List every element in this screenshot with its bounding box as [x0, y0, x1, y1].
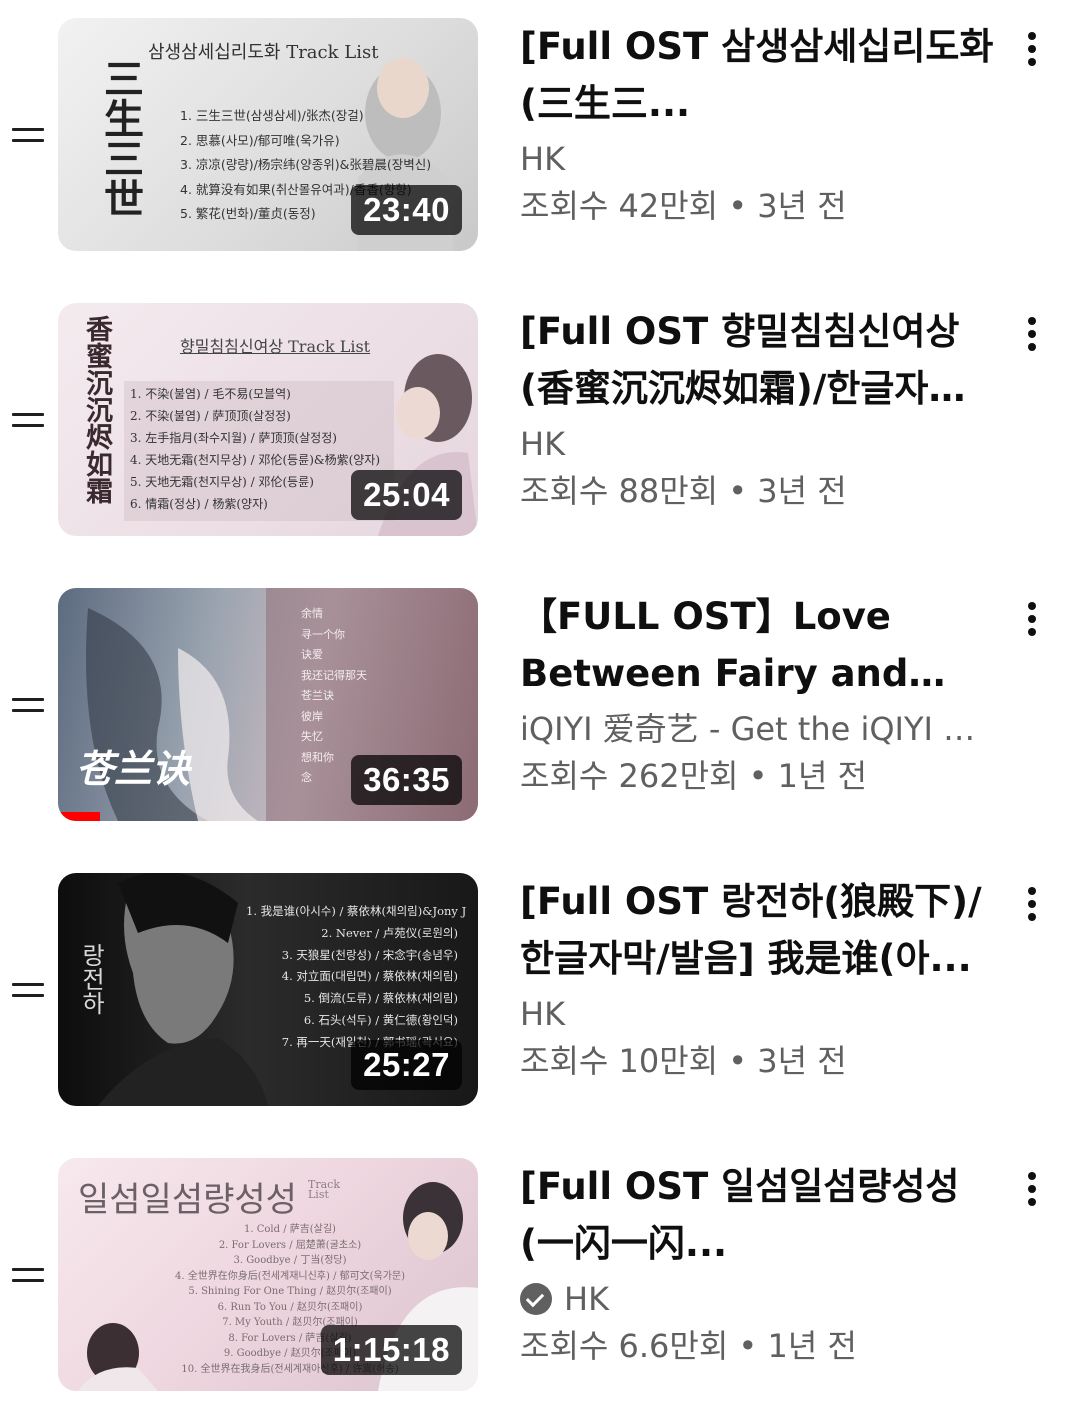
video-meta: [Full OST 랑전하(狼殿下)/한글자막/발음] 我是谁(아... HK … — [520, 873, 1000, 1086]
video-stats: 조회수 6.6만회 • 1년 전 — [520, 1327, 857, 1365]
channel-name[interactable]: iQIYI 爱奇艺 - Get the iQIYI A... — [520, 707, 990, 751]
thumbnail-side-title: 三生三世 — [97, 58, 144, 218]
thumbnail-track: 失忆 — [301, 730, 323, 743]
playlist-item[interactable]: 랑전하 1. 我是谁(아시수) / 蔡依林(채의림)&Jony J 2. Nev… — [0, 873, 1080, 1108]
thumbnail-track-list: 1. 我是谁(아시수) / 蔡依林(채의림)&Jony J 2. Never /… — [246, 901, 467, 1054]
verified-check-icon — [520, 1283, 552, 1315]
thumbnail-side-title: 苍兰诀 — [76, 746, 191, 791]
video-stats: 조회수 88만회 • 3년 전 — [520, 472, 847, 510]
thumbnail-track: 5. 倒流(도류) / 蔡依林(채의림) — [303, 991, 458, 1006]
video-thumbnail[interactable]: 랑전하 1. 我是谁(아시수) / 蔡依林(채의림)&Jony J 2. Nev… — [58, 873, 478, 1106]
thumbnail-heading: 삼생삼세십리도화 Track List — [148, 42, 379, 63]
thumbnail-track: 3. 凉凉(량량)/杨宗纬(양종위)&张碧晨(장벽신) — [180, 157, 432, 172]
channel-name[interactable]: HK — [520, 992, 990, 1036]
thumbnail-track-list: 1. 不染(불염) / 毛不易(모블역) 2. 不染(불염) / 萨顶顶(살정정… — [130, 383, 380, 515]
video-thumbnail[interactable]: 苍兰诀 余情 寻一个你 诀爱 我还记得那天 苍兰诀 彼岸 失忆 想和你 念 36… — [58, 588, 478, 821]
duration-badge: 25:27 — [351, 1040, 462, 1090]
channel-name[interactable]: HK — [520, 137, 990, 181]
drag-handle-icon[interactable] — [12, 407, 46, 431]
channel-label: HK — [520, 140, 566, 178]
more-vert-icon[interactable] — [1018, 594, 1046, 642]
channel-name[interactable]: HK — [520, 422, 990, 466]
video-title[interactable]: [Full OST 랑전하(狼殿下)/한글자막/발음] 我是谁(아... — [520, 873, 1000, 987]
drag-handle-icon[interactable] — [12, 1262, 46, 1286]
thumbnail-track: 6. 石头(석두) / 黄仁德(황인덕) — [303, 1012, 458, 1027]
thumbnail-side-title: 랑전하 — [77, 943, 105, 1015]
thumbnail-track: 1. 不染(불염) / 毛不易(모블역) — [130, 387, 291, 401]
channel-name[interactable]: HK — [520, 1277, 990, 1321]
thumbnail-side-title: 香蜜沉沉烬如霜 — [81, 315, 112, 504]
thumbnail-track: 2. For Lovers / 屈楚萧(굴초소) — [218, 1239, 362, 1251]
duration-badge: 23:40 — [351, 185, 462, 235]
video-title[interactable]: 【FULL OST】Love Between Fairy and Devil |… — [520, 588, 1000, 702]
video-meta: 【FULL OST】Love Between Fairy and Devil |… — [520, 588, 1000, 801]
drag-handle-icon[interactable] — [12, 977, 46, 1001]
video-title[interactable]: [Full OST 향밀침침신여상(香蜜沉沉烬如霜)/한글자막/... — [520, 303, 1000, 417]
thumbnail-track: 6. Run To You / 赵贝尔(조패이) — [217, 1301, 363, 1313]
more-vert-icon[interactable] — [1018, 24, 1046, 72]
playlist-video-list: 삼생삼세십리도화 Track List 三生三世 1. 三生三世(삼생삼세)/张… — [0, 0, 1080, 1417]
duration-badge: 1:15:18 — [320, 1325, 462, 1375]
video-title[interactable]: [Full OST 삼생삼세십리도화(三生三... — [520, 18, 1000, 132]
channel-label: HK — [520, 425, 566, 463]
channel-label: iQIYI 爱奇艺 - Get the iQIYI A... — [520, 710, 990, 748]
thumbnail-track: 彼岸 — [301, 709, 323, 723]
thumbnail-track: 4. 对立面(대립면) / 蔡依林(채의림) — [281, 969, 458, 984]
more-vert-icon[interactable] — [1018, 879, 1046, 927]
thumbnail-track: 诀爱 — [301, 648, 323, 661]
thumbnail-track: 1. 我是谁(아시수) / 蔡依林(채의림)&Jony J — [246, 904, 467, 918]
video-meta: [Full OST 향밀침침신여상(香蜜沉沉烬如霜)/한글자막/... HK 조… — [520, 303, 1000, 516]
playlist-item[interactable]: 삼생삼세십리도화 Track List 三生三世 1. 三生三世(삼생삼세)/张… — [0, 18, 1080, 253]
thumbnail-heading: 일섬일섬량성성 — [78, 1180, 297, 1220]
thumbnail-track: 1. 三生三世(삼생삼세)/张杰(장걸) — [180, 108, 364, 123]
thumbnail-track: 3. Goodbye / 丁当(정당) — [233, 1255, 347, 1266]
thumbnail-track: 3. 左手指月(좌수지월) / 萨顶顶(살정정) — [130, 431, 337, 445]
drag-handle-icon[interactable] — [12, 692, 46, 716]
thumbnail-track: 4. 全世界在你身后(전세계재니신후) / 郁可文(욱가문) — [174, 1270, 406, 1282]
duration-badge: 25:04 — [351, 470, 462, 520]
video-thumbnail[interactable]: 향밀침침신여상 Track List 香蜜沉沉烬如霜 1. 不染(불염) / 毛… — [58, 303, 478, 536]
thumbnail-track: 5. Shining For One Thing / 赵贝尔(조패이) — [188, 1286, 392, 1297]
thumbnail-track: 余情 — [301, 607, 323, 620]
playlist-item[interactable]: 苍兰诀 余情 寻一个你 诀爱 我还记得那天 苍兰诀 彼岸 失忆 想和你 念 36… — [0, 588, 1080, 823]
video-thumbnail[interactable]: 삼생삼세십리도화 Track List 三生三世 1. 三生三世(삼생삼세)/张… — [58, 18, 478, 251]
channel-label: HK — [564, 1280, 610, 1318]
video-stats: 조회수 10만회 • 3년 전 — [520, 1042, 847, 1080]
thumbnail-track: 4. 天地无霜(천지무상) / 邓伦(등륜)&杨紫(양자) — [130, 453, 381, 467]
thumbnail-heading: 향밀침침신여상 Track List — [180, 337, 371, 356]
playlist-item[interactable]: 향밀침침신여상 Track List 香蜜沉沉烬如霜 1. 不染(불염) / 毛… — [0, 303, 1080, 538]
duration-badge: 36:35 — [351, 755, 462, 805]
video-thumbnail[interactable]: 일섬일섬량성성 Track List 1. Cold / 萨吉(살길) 2. F… — [58, 1158, 478, 1391]
video-meta: [Full OST 삼생삼세십리도화(三生三... HK 조회수 42만회 • … — [520, 18, 1000, 231]
thumbnail-track: 寻一个你 — [301, 627, 345, 641]
watch-progress-bar — [58, 812, 100, 821]
thumbnail-track: 3. 天狼星(천랑성) / 宋念宇(송념우) — [281, 947, 458, 962]
drag-handle-icon[interactable] — [12, 122, 46, 146]
thumbnail-track: 2. Never / 卢苑仪(로원의) — [321, 925, 458, 940]
more-vert-icon[interactable] — [1018, 309, 1046, 357]
thumbnail-track: 1. Cold / 萨吉(살길) — [244, 1224, 336, 1235]
thumbnail-track: 6. 情霜(정상) / 杨紫(양자) — [130, 497, 268, 511]
more-vert-icon[interactable] — [1018, 1164, 1046, 1212]
thumbnail-track: 2. 思慕(사모)/郁可唯(욱가유) — [180, 132, 340, 148]
playlist-item[interactable]: 일섬일섬량성성 Track List 1. Cold / 萨吉(살길) 2. F… — [0, 1158, 1080, 1393]
thumbnail-track: 苍兰诀 — [301, 689, 334, 702]
video-title[interactable]: [Full OST 일섬일섬량성성(一闪一闪... — [520, 1158, 1000, 1272]
video-stats: 조회수 42만회 • 3년 전 — [520, 187, 847, 225]
thumbnail-track: 5. 天地无霜(천지무상) / 邓伦(등륜) — [130, 475, 314, 489]
thumbnail-heading-small: Track List — [308, 1178, 340, 1201]
video-meta: [Full OST 일섬일섬량성성(一闪一闪... HK 조회수 6.6만회 •… — [520, 1158, 1000, 1371]
thumbnail-track: 我还记得那天 — [301, 668, 367, 682]
thumbnail-track: 2. 不染(불염) / 萨顶顶(살정정) — [130, 409, 291, 423]
channel-label: HK — [520, 995, 566, 1033]
video-stats: 조회수 262만회 • 1년 전 — [520, 757, 868, 795]
